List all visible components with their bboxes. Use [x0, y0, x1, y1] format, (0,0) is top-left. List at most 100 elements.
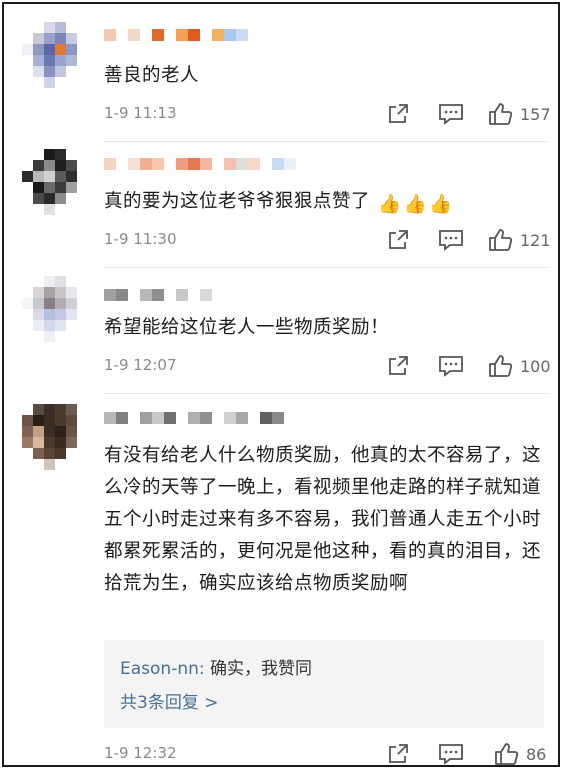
like-button[interactable]: 100 [488, 352, 551, 380]
username-mosaic-cell [140, 158, 152, 170]
username-mosaic-cell [212, 29, 224, 41]
username-mosaic-cell [152, 29, 164, 41]
username-mosaic-cell [200, 158, 212, 170]
avatar-mosaic-cell [77, 149, 88, 160]
avatar-mosaic-cell [66, 193, 77, 204]
share-button[interactable] [386, 352, 410, 380]
avatar-mosaic-cell [55, 287, 66, 298]
avatar[interactable] [22, 22, 88, 88]
avatar-mosaic-cell [77, 320, 88, 331]
comment-icon [439, 744, 463, 765]
thumbs-up-emoji: 👍 [403, 194, 428, 215]
username[interactable] [104, 409, 284, 427]
avatar-mosaic-cell [77, 448, 88, 459]
avatar-mosaic-cell [22, 298, 33, 309]
avatar-mosaic-cell [66, 160, 77, 171]
avatar-mosaic-cell [55, 437, 66, 448]
avatar-mosaic-cell [66, 204, 77, 215]
avatar-mosaic-cell [22, 287, 33, 298]
avatar-mosaic-cell [66, 309, 77, 320]
username-mosaic-cell [152, 412, 164, 424]
username-mosaic-cell [224, 412, 236, 424]
reply-button[interactable] [438, 740, 464, 768]
username-mosaic-cell [128, 158, 140, 170]
avatar-mosaic-cell [55, 404, 66, 415]
avatar[interactable] [22, 149, 88, 215]
avatar-mosaic-cell [44, 437, 55, 448]
avatar-mosaic-cell [44, 459, 55, 470]
username-mosaic-cell [128, 29, 140, 41]
avatar-mosaic-cell [22, 204, 33, 215]
username-mosaic-cell [140, 289, 152, 301]
avatar-mosaic-cell [22, 426, 33, 437]
share-icon [389, 744, 408, 763]
username[interactable] [104, 155, 296, 173]
avatar-mosaic-cell [55, 55, 66, 66]
like-button[interactable]: 157 [488, 100, 551, 128]
comment-time: 1-9 12:07 [104, 356, 177, 374]
avatar-mosaic-cell [33, 459, 44, 470]
like-button[interactable]: 121 [488, 226, 551, 254]
avatar-mosaic-cell [33, 309, 44, 320]
avatar-mosaic-cell [22, 33, 33, 44]
thumbs-up-icon [495, 743, 519, 765]
avatar-mosaic-cell [44, 415, 55, 426]
username-mosaic-cell [116, 158, 128, 170]
avatar-mosaic-cell [66, 298, 77, 309]
avatar-mosaic-cell [22, 55, 33, 66]
reply-button[interactable] [438, 352, 464, 380]
avatar-mosaic-cell [33, 182, 44, 193]
username-mosaic-cell [128, 289, 140, 301]
avatar-mosaic-cell [66, 66, 77, 77]
reply-author[interactable]: Eason-nn: [120, 659, 205, 679]
avatar-mosaic-cell [33, 149, 44, 160]
share-icon [389, 104, 408, 123]
avatar-mosaic-cell [44, 320, 55, 331]
avatar-mosaic-cell [66, 287, 77, 298]
avatar-mosaic-cell [55, 22, 66, 33]
avatar-mosaic-cell [55, 193, 66, 204]
avatar-mosaic-cell [77, 459, 88, 470]
reply-preview[interactable]: Eason-nn: 确实，我赞同 共3条回复 > [104, 640, 544, 728]
avatar-mosaic-cell [77, 171, 88, 182]
avatar-mosaic-cell [33, 287, 44, 298]
username[interactable] [104, 26, 248, 44]
avatar-mosaic-cell [22, 182, 33, 193]
like-button[interactable]: 86 [494, 740, 546, 768]
avatar[interactable] [22, 404, 88, 470]
avatar-mosaic-cell [77, 182, 88, 193]
avatar-mosaic-cell [77, 55, 88, 66]
avatar-mosaic-cell [55, 149, 66, 160]
share-icon [389, 356, 408, 375]
reply-button[interactable] [438, 100, 464, 128]
avatar[interactable] [22, 276, 88, 342]
share-button[interactable] [386, 226, 410, 254]
avatar-mosaic-cell [55, 459, 66, 470]
view-replies-link[interactable]: 共3条回复 > [120, 688, 218, 713]
avatar-mosaic-cell [66, 55, 77, 66]
avatar-mosaic-cell [44, 298, 55, 309]
username-mosaic-cell [284, 158, 296, 170]
avatar-mosaic-cell [33, 331, 44, 342]
avatar-mosaic-cell [44, 44, 55, 55]
avatar-mosaic-cell [55, 204, 66, 215]
avatar-mosaic-cell [33, 426, 44, 437]
comment-icon [439, 230, 463, 251]
avatar-mosaic-cell [66, 437, 77, 448]
reply-button[interactable] [438, 226, 464, 254]
username-mosaic-cell [188, 289, 200, 301]
username-mosaic-cell [176, 412, 188, 424]
avatar-mosaic-cell [55, 331, 66, 342]
share-button[interactable] [386, 740, 410, 768]
avatar-mosaic-cell [22, 437, 33, 448]
avatar-mosaic-cell [33, 33, 44, 44]
comment-icon [439, 104, 463, 125]
username-mosaic-cell [128, 412, 140, 424]
avatar-mosaic-cell [44, 22, 55, 33]
share-button[interactable] [386, 100, 410, 128]
comment-meta: 1-9 11:13 157 [104, 100, 551, 128]
avatar-mosaic-cell [55, 66, 66, 77]
username[interactable] [104, 286, 212, 304]
avatar-mosaic-cell [77, 331, 88, 342]
avatar-mosaic-cell [44, 182, 55, 193]
